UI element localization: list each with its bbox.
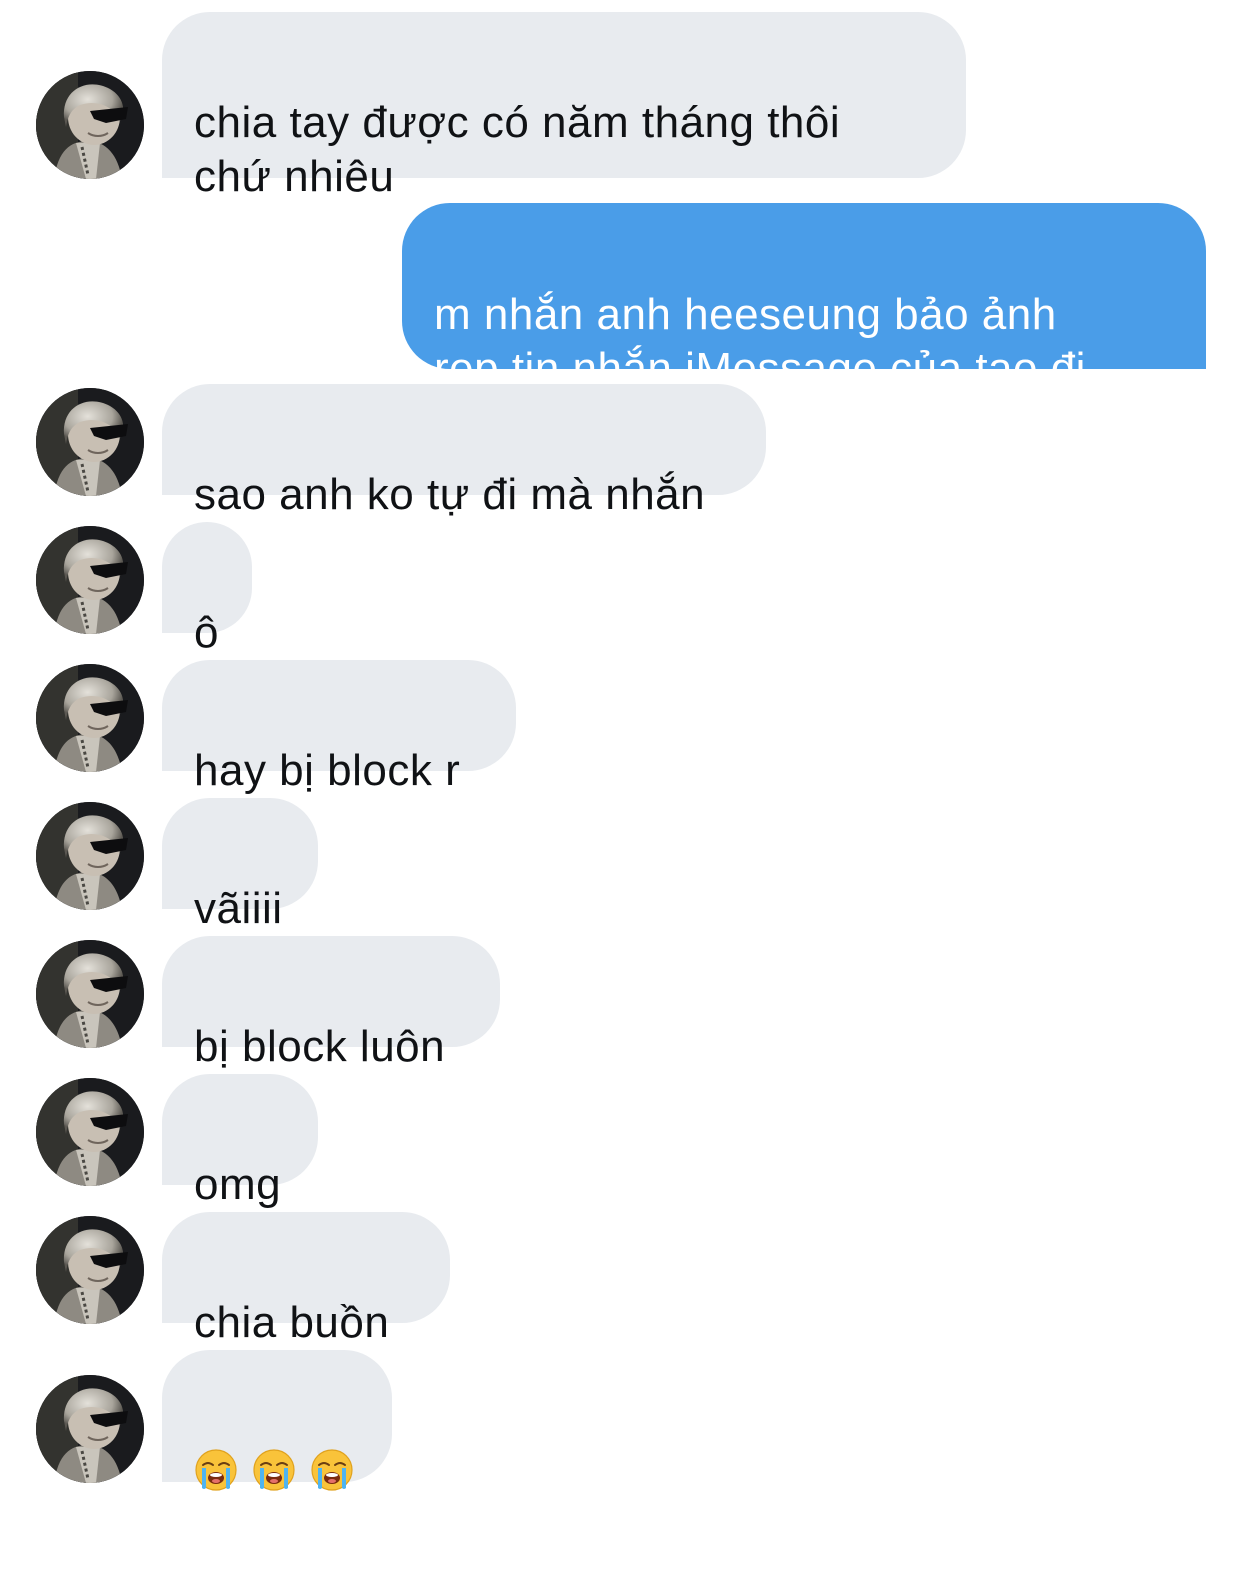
avatar-portrait-icon xyxy=(36,802,144,910)
contact-avatar[interactable] xyxy=(36,388,144,496)
message-text: hay bị block r xyxy=(194,746,461,795)
message-text: ô xyxy=(194,608,219,657)
loudly-crying-face-icon xyxy=(195,1449,237,1491)
avatar-portrait-icon xyxy=(36,1078,144,1186)
contact-avatar[interactable] xyxy=(36,71,144,179)
incoming-message-bubble[interactable]: chia buồn xyxy=(162,1212,450,1347)
avatar-portrait-icon xyxy=(36,1216,144,1324)
message-text: sao anh ko tự đi mà nhắn xyxy=(194,470,706,519)
loudly-crying-face-icon xyxy=(253,1449,295,1491)
contact-avatar[interactable] xyxy=(36,1078,144,1186)
incoming-message-bubble[interactable]: ô xyxy=(162,522,252,657)
message-text: m nhắn anh heeseung bảo ảnh rep tin nhắn… xyxy=(434,290,1086,393)
incoming-message-bubble[interactable] xyxy=(162,1350,392,1491)
contact-avatar[interactable] xyxy=(36,940,144,1048)
incoming-message-bubble[interactable]: vãiiii xyxy=(162,798,318,933)
message-text: chia buồn xyxy=(194,1298,390,1347)
incoming-message-bubble[interactable]: chia tay được có năm tháng thôi chứ nhiê… xyxy=(162,12,966,201)
contact-avatar[interactable] xyxy=(36,664,144,772)
message-text: vãiiii xyxy=(194,884,283,933)
emoji-group xyxy=(194,1404,360,1536)
contact-avatar[interactable] xyxy=(36,802,144,910)
avatar-portrait-icon xyxy=(36,71,144,179)
avatar-portrait-icon xyxy=(36,526,144,634)
avatar-portrait-icon xyxy=(36,940,144,1048)
avatar-portrait-icon xyxy=(36,664,144,772)
contact-avatar[interactable] xyxy=(36,1216,144,1324)
message-thread[interactable]: chia tay được có năm tháng thôi chứ nhiê… xyxy=(0,0,1242,1521)
message-text: chia tay được có năm tháng thôi chứ nhiê… xyxy=(194,98,841,201)
message-text: bị block luôn xyxy=(194,1022,446,1071)
contact-avatar[interactable] xyxy=(36,526,144,634)
loudly-crying-face-icon xyxy=(311,1449,353,1491)
avatar-portrait-icon xyxy=(36,1375,144,1483)
contact-avatar[interactable] xyxy=(36,1375,144,1483)
incoming-message-bubble[interactable]: hay bị block r xyxy=(162,660,516,795)
outgoing-message-bubble[interactable]: m nhắn anh heeseung bảo ảnh rep tin nhắn… xyxy=(402,203,1206,393)
incoming-message-bubble[interactable]: bị block luôn xyxy=(162,936,500,1071)
incoming-message-bubble[interactable]: omg xyxy=(162,1074,318,1209)
incoming-message-bubble[interactable]: sao anh ko tự đi mà nhắn xyxy=(162,384,766,519)
message-text: omg xyxy=(194,1160,282,1209)
avatar-portrait-icon xyxy=(36,388,144,496)
